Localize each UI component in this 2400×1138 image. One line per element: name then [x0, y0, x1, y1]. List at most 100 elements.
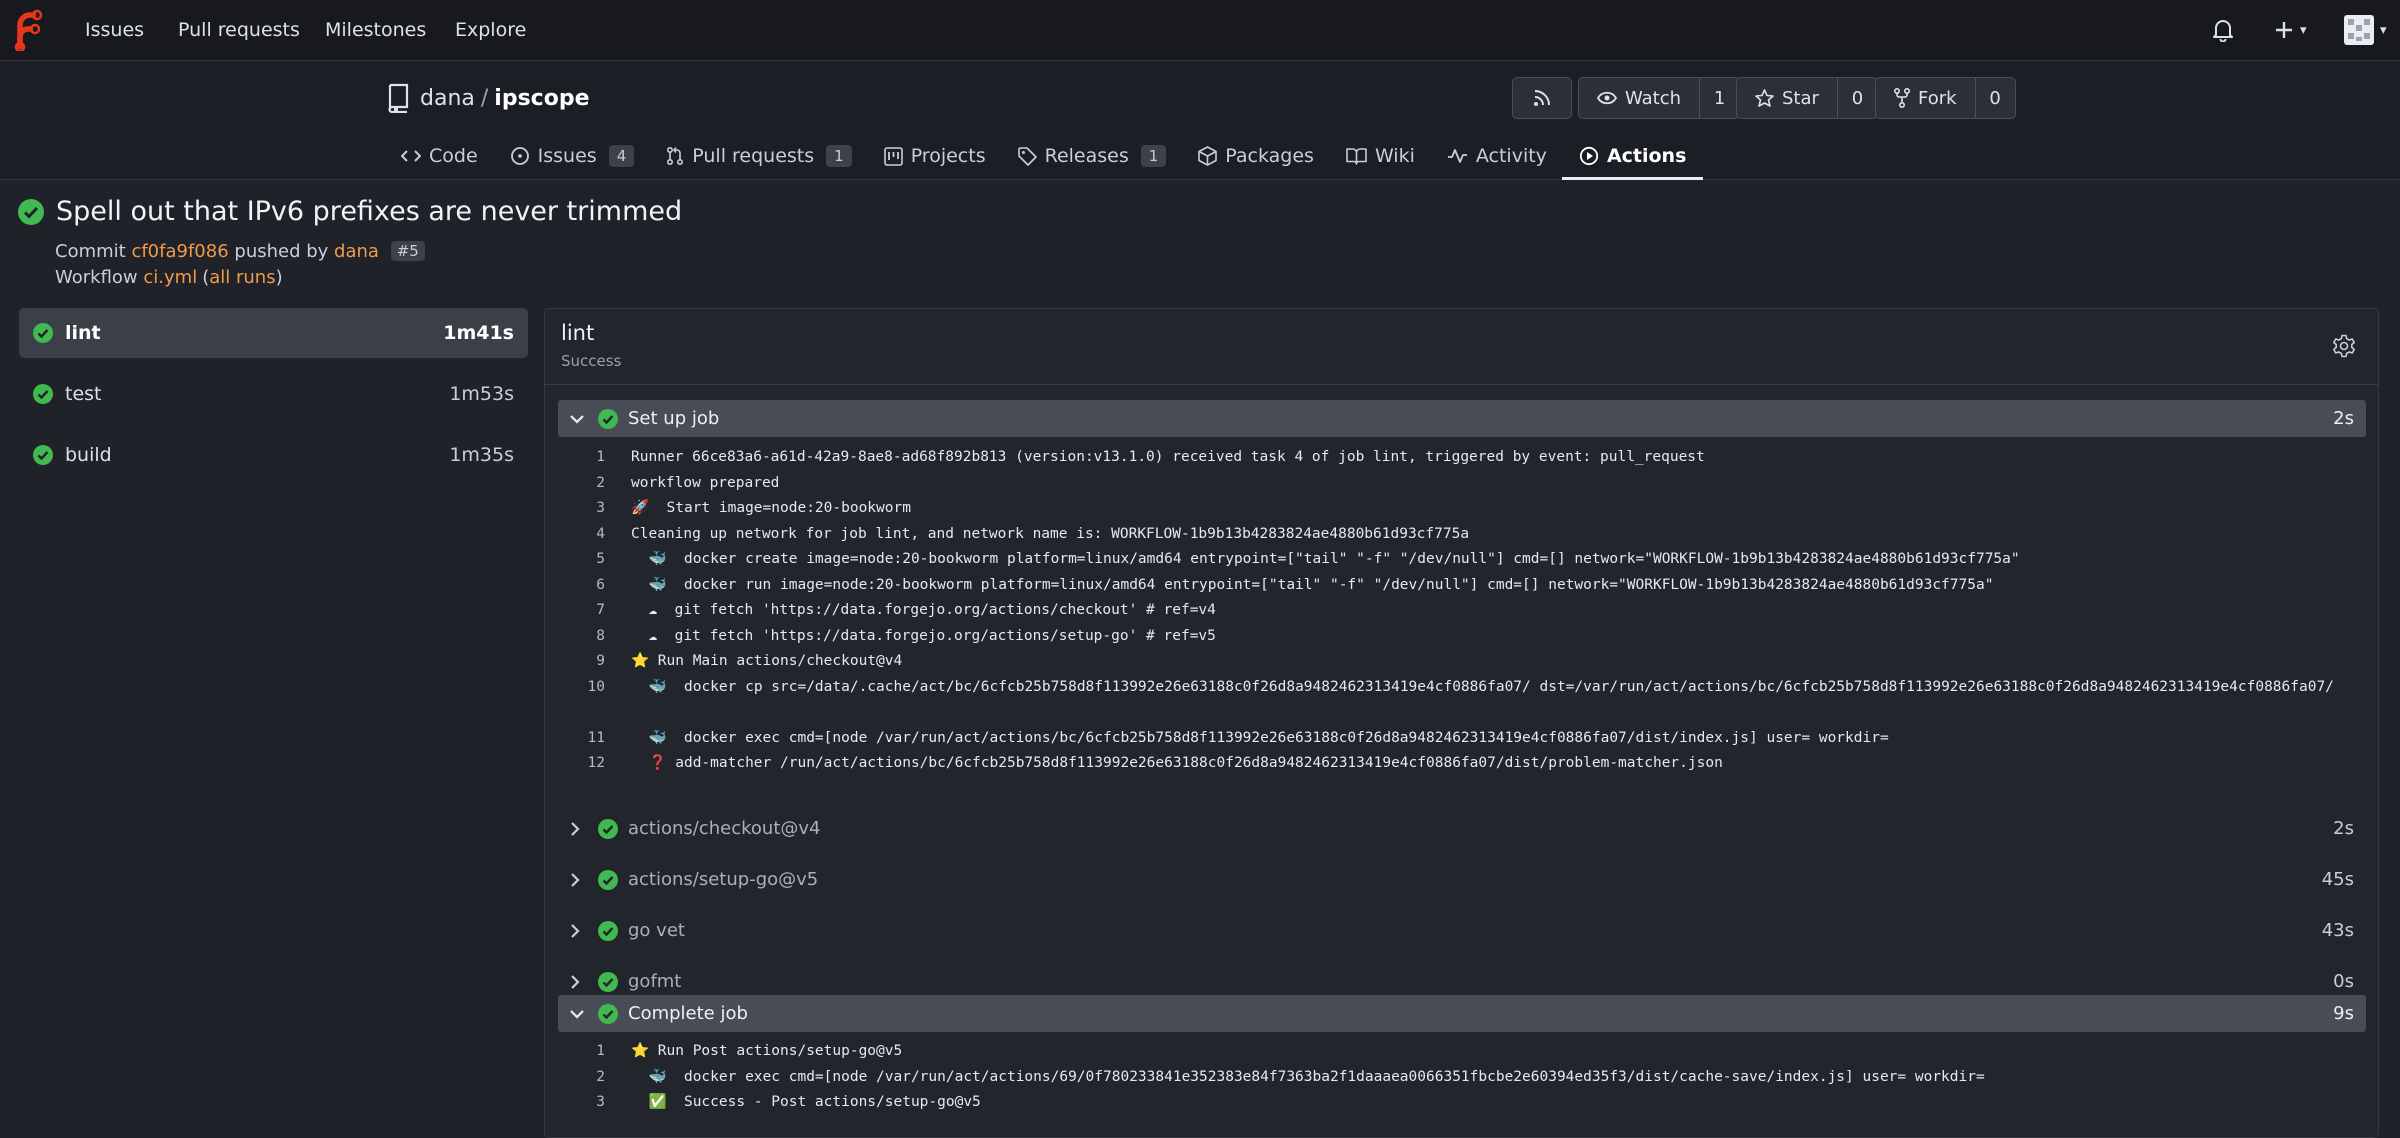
chevron-right-icon [571, 821, 580, 836]
log-line-number[interactable]: 1 [565, 1039, 605, 1065]
step-name: Set up job [628, 408, 720, 429]
watch-button[interactable]: Watch [1579, 78, 1699, 118]
step-duration: 2s [2333, 408, 2354, 429]
star-button[interactable]: Star [1737, 78, 1837, 118]
success-check-icon [598, 1003, 618, 1024]
nav-issues[interactable]: Issues [85, 0, 144, 61]
tab-issues-label: Issues [537, 145, 597, 167]
step-complete-job[interactable]: Complete job 9s [558, 995, 2366, 1032]
tab-wiki[interactable]: Wiki [1345, 132, 1416, 180]
step-duration: 43s [2321, 920, 2354, 941]
log-line-number[interactable]: 2 [565, 1065, 605, 1091]
author-link[interactable]: dana [334, 241, 379, 262]
step-go-vet[interactable]: go vet 43s [558, 912, 2366, 949]
star-count[interactable]: 0 [1836, 78, 1877, 118]
fork-count[interactable]: 0 [1974, 78, 2015, 118]
log-line-number[interactable]: 5 [565, 547, 605, 573]
star-label: Star [1782, 87, 1819, 109]
nav-explore[interactable]: Explore [455, 0, 526, 61]
tab-packages-label: Packages [1225, 145, 1314, 167]
repo-tabs: Code Issues 4 Pull requests 1 Projects R… [400, 132, 1717, 180]
run-commit-info: Commit cf0fa9f086 pushed by dana #5 [55, 241, 425, 262]
notifications-button[interactable] [2212, 16, 2234, 44]
log-line-number[interactable]: 10 [565, 675, 605, 701]
all-runs-link[interactable]: all runs [209, 267, 275, 288]
step-actions-setup-go[interactable]: actions/setup-go@v5 45s [558, 861, 2366, 898]
fork-label: Fork [1918, 87, 1957, 109]
log-line-number[interactable]: 12 [565, 751, 605, 777]
tab-pull-requests[interactable]: Pull requests 1 [665, 132, 852, 180]
success-check-icon [33, 445, 53, 465]
chevron-right-icon [571, 974, 580, 989]
package-icon [1198, 146, 1218, 166]
log-line-number[interactable]: 4 [565, 522, 605, 548]
plus-icon [2276, 22, 2292, 38]
step-name: go vet [628, 920, 685, 941]
step-set-up-job[interactable]: Set up job 2s [558, 400, 2366, 437]
star-icon [1755, 89, 1774, 107]
run-title-text: Spell out that IPv6 prefixes are never t… [56, 196, 683, 227]
forgejo-logo[interactable] [11, 9, 43, 51]
log-line-number[interactable]: 11 [565, 726, 605, 752]
user-menu[interactable]: ▾ [2344, 15, 2387, 45]
pr-ref-badge[interactable]: #5 [390, 241, 425, 261]
log-line-number[interactable]: 3 [565, 1090, 605, 1116]
log-line-number[interactable]: 8 [565, 624, 605, 650]
repo-owner-link[interactable]: dana [420, 86, 475, 111]
log-line-number[interactable]: 3 [565, 496, 605, 522]
success-check-icon [33, 384, 53, 404]
job-item-lint[interactable]: lint 1m41s [19, 308, 528, 358]
log-line-number[interactable]: 1 [565, 445, 605, 471]
job-item-test[interactable]: test 1m53s [19, 369, 528, 419]
workflow-file-link[interactable]: ci.yml [143, 267, 197, 288]
repo-name-link[interactable]: ipscope [494, 86, 589, 111]
tab-releases-count: 1 [1140, 145, 1167, 167]
log-line-number[interactable]: 6 [565, 573, 605, 599]
success-check-icon [598, 971, 618, 992]
tab-issues[interactable]: Issues 4 [509, 132, 636, 180]
step-name: actions/setup-go@v5 [628, 869, 819, 890]
tab-activity[interactable]: Activity [1446, 132, 1548, 180]
nav-pull-requests[interactable]: Pull requests [178, 0, 300, 61]
job-log-panel: lint Success Set up job 2s 1 Runner 66ce8… [544, 308, 2379, 1138]
eye-icon [1597, 91, 1617, 105]
code-icon [401, 150, 421, 162]
log-line-number[interactable]: 2 [565, 471, 605, 497]
close-paren: ) [275, 267, 283, 288]
tab-packages[interactable]: Packages [1197, 132, 1315, 180]
job-duration: 1m41s [443, 322, 514, 344]
avatar [2344, 15, 2374, 45]
commit-sha-link[interactable]: cf0fa9f086 [131, 241, 228, 262]
rss-feed-button[interactable] [1512, 77, 1572, 119]
chevron-down-icon [570, 414, 584, 424]
log-line-number[interactable]: 7 [565, 598, 605, 624]
tab-actions[interactable]: Actions [1561, 132, 1704, 180]
star-button-group: Star 0 [1736, 77, 1878, 119]
log-line-text: ✅ Success - Post actions/setup-go@v5 [631, 1094, 981, 1110]
play-icon [1579, 146, 1599, 166]
create-new-button[interactable]: ▾ [2274, 16, 2307, 44]
rss-icon [1534, 90, 1550, 106]
gear-icon[interactable] [2332, 334, 2356, 358]
step-actions-checkout[interactable]: actions/checkout@v4 2s [558, 810, 2366, 847]
pulse-icon [1447, 149, 1467, 163]
step-name: Complete job [628, 1003, 748, 1024]
job-item-build[interactable]: build 1m35s [19, 430, 528, 480]
watch-count[interactable]: 1 [1699, 78, 1739, 118]
fork-button[interactable]: Fork [1876, 78, 1975, 118]
pull-request-icon [667, 146, 684, 166]
tab-code[interactable]: Code [400, 132, 479, 180]
project-icon [883, 146, 903, 166]
log-line-text: 🐳 docker create image=node:20-bookworm p… [631, 551, 2020, 567]
run-title: Spell out that IPv6 prefixes are never t… [18, 196, 682, 227]
log-line-text: 🐳 docker run image=node:20-bookworm plat… [631, 576, 1994, 593]
tab-actions-label: Actions [1606, 145, 1687, 167]
tab-releases-label: Releases [1044, 145, 1129, 167]
tab-releases[interactable]: Releases 1 [1017, 132, 1168, 180]
tab-projects[interactable]: Projects [883, 132, 987, 180]
nav-milestones[interactable]: Milestones [325, 0, 426, 61]
log-line-number[interactable]: 9 [565, 649, 605, 675]
repo-separator: / [480, 85, 489, 111]
commit-prefix: Commit [55, 241, 126, 262]
run-workflow-info: Workflow ci.yml (all runs) [55, 267, 283, 288]
